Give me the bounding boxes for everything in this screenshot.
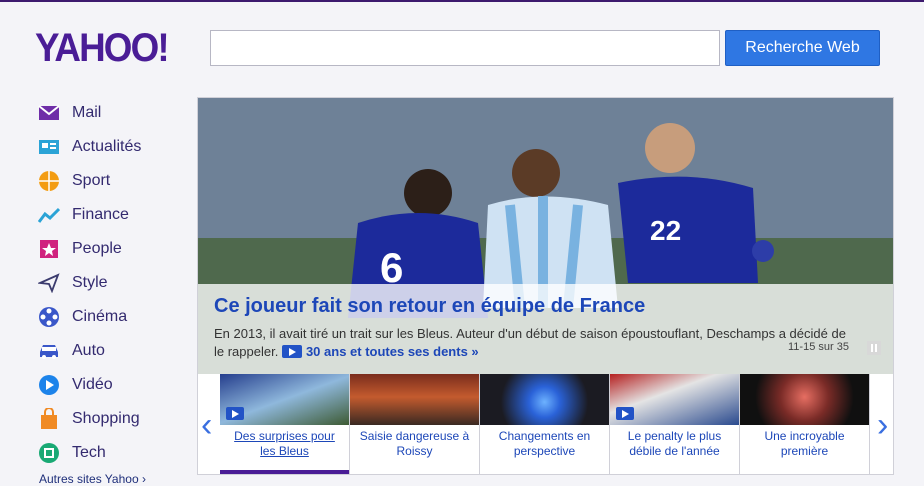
web-search-button[interactable]: Recherche Web: [725, 30, 880, 66]
sidebar-item-finance[interactable]: Finance: [37, 198, 197, 232]
thumbnail-image: [480, 374, 609, 425]
carousel-counter: 11-15 sur 35: [788, 341, 849, 353]
shopping-icon: [37, 407, 61, 431]
carousel-thumbnails: Des surprises pour les Bleus Saisie dang…: [220, 374, 872, 474]
sidebar-item-video[interactable]: Vidéo: [37, 368, 197, 402]
featured-read-more-link[interactable]: 30 ans et toutes ses dents »: [306, 344, 479, 359]
sidebar-item-cinema[interactable]: Cinéma: [37, 300, 197, 334]
mail-icon: [37, 101, 61, 125]
sidebar-item-shopping[interactable]: Shopping: [37, 402, 197, 436]
sidebar-item-style[interactable]: Style: [37, 266, 197, 300]
thumbnail-item[interactable]: Des surprises pour les Bleus: [220, 374, 350, 474]
featured-summary: En 2013, il avait tiré un trait sur les …: [214, 326, 846, 359]
video-icon: [37, 373, 61, 397]
style-icon: [37, 271, 61, 295]
sidebar-item-people[interactable]: People: [37, 232, 197, 266]
video-play-icon: [226, 407, 244, 420]
people-icon: [37, 237, 61, 261]
more-yahoo-sites-link[interactable]: Autres sites Yahoo ›: [39, 472, 146, 486]
thumbnail-image: [740, 374, 869, 425]
top-border: [0, 0, 924, 2]
news-icon: [37, 135, 61, 159]
finance-icon: [37, 203, 61, 227]
tech-icon: [37, 441, 61, 465]
sidebar-nav: Mail Actualités Sport Finance People Sty…: [37, 96, 197, 470]
sport-icon: [37, 169, 61, 193]
thumbnail-item[interactable]: Saisie dangereuse à Roissy: [350, 374, 480, 474]
sidebar-item-auto[interactable]: Auto: [37, 334, 197, 368]
search-input[interactable]: [210, 30, 720, 66]
carousel-prev-arrow-icon[interactable]: ‹: [201, 406, 212, 445]
sidebar-item-sport[interactable]: Sport: [37, 164, 197, 198]
play-icon: [281, 345, 302, 358]
cinema-icon: [37, 305, 61, 329]
carousel-next-arrow-icon[interactable]: ›: [877, 406, 888, 445]
sidebar-item-tech[interactable]: Tech: [37, 436, 197, 470]
sidebar-item-mail[interactable]: Mail: [37, 96, 197, 130]
thumbnail-item[interactable]: Changements en perspective: [480, 374, 610, 474]
sidebar-item-actualites[interactable]: Actualités: [37, 130, 197, 164]
featured-headline[interactable]: Ce joueur fait son retour en équipe de F…: [214, 295, 645, 318]
thumbnail-image: [350, 374, 479, 425]
svg-text:22: 22: [650, 215, 681, 246]
video-play-icon: [616, 407, 634, 420]
auto-icon: [37, 339, 61, 363]
thumbnail-item[interactable]: Le penalty le plus débile de l'année: [610, 374, 740, 474]
thumbnail-item[interactable]: Une incroyable première: [740, 374, 870, 474]
featured-news-carousel: 6 22 Ce joueur fait son retour en équipe…: [197, 97, 894, 475]
pause-icon[interactable]: [867, 341, 881, 355]
yahoo-logo[interactable]: YAHOO!: [35, 26, 170, 71]
